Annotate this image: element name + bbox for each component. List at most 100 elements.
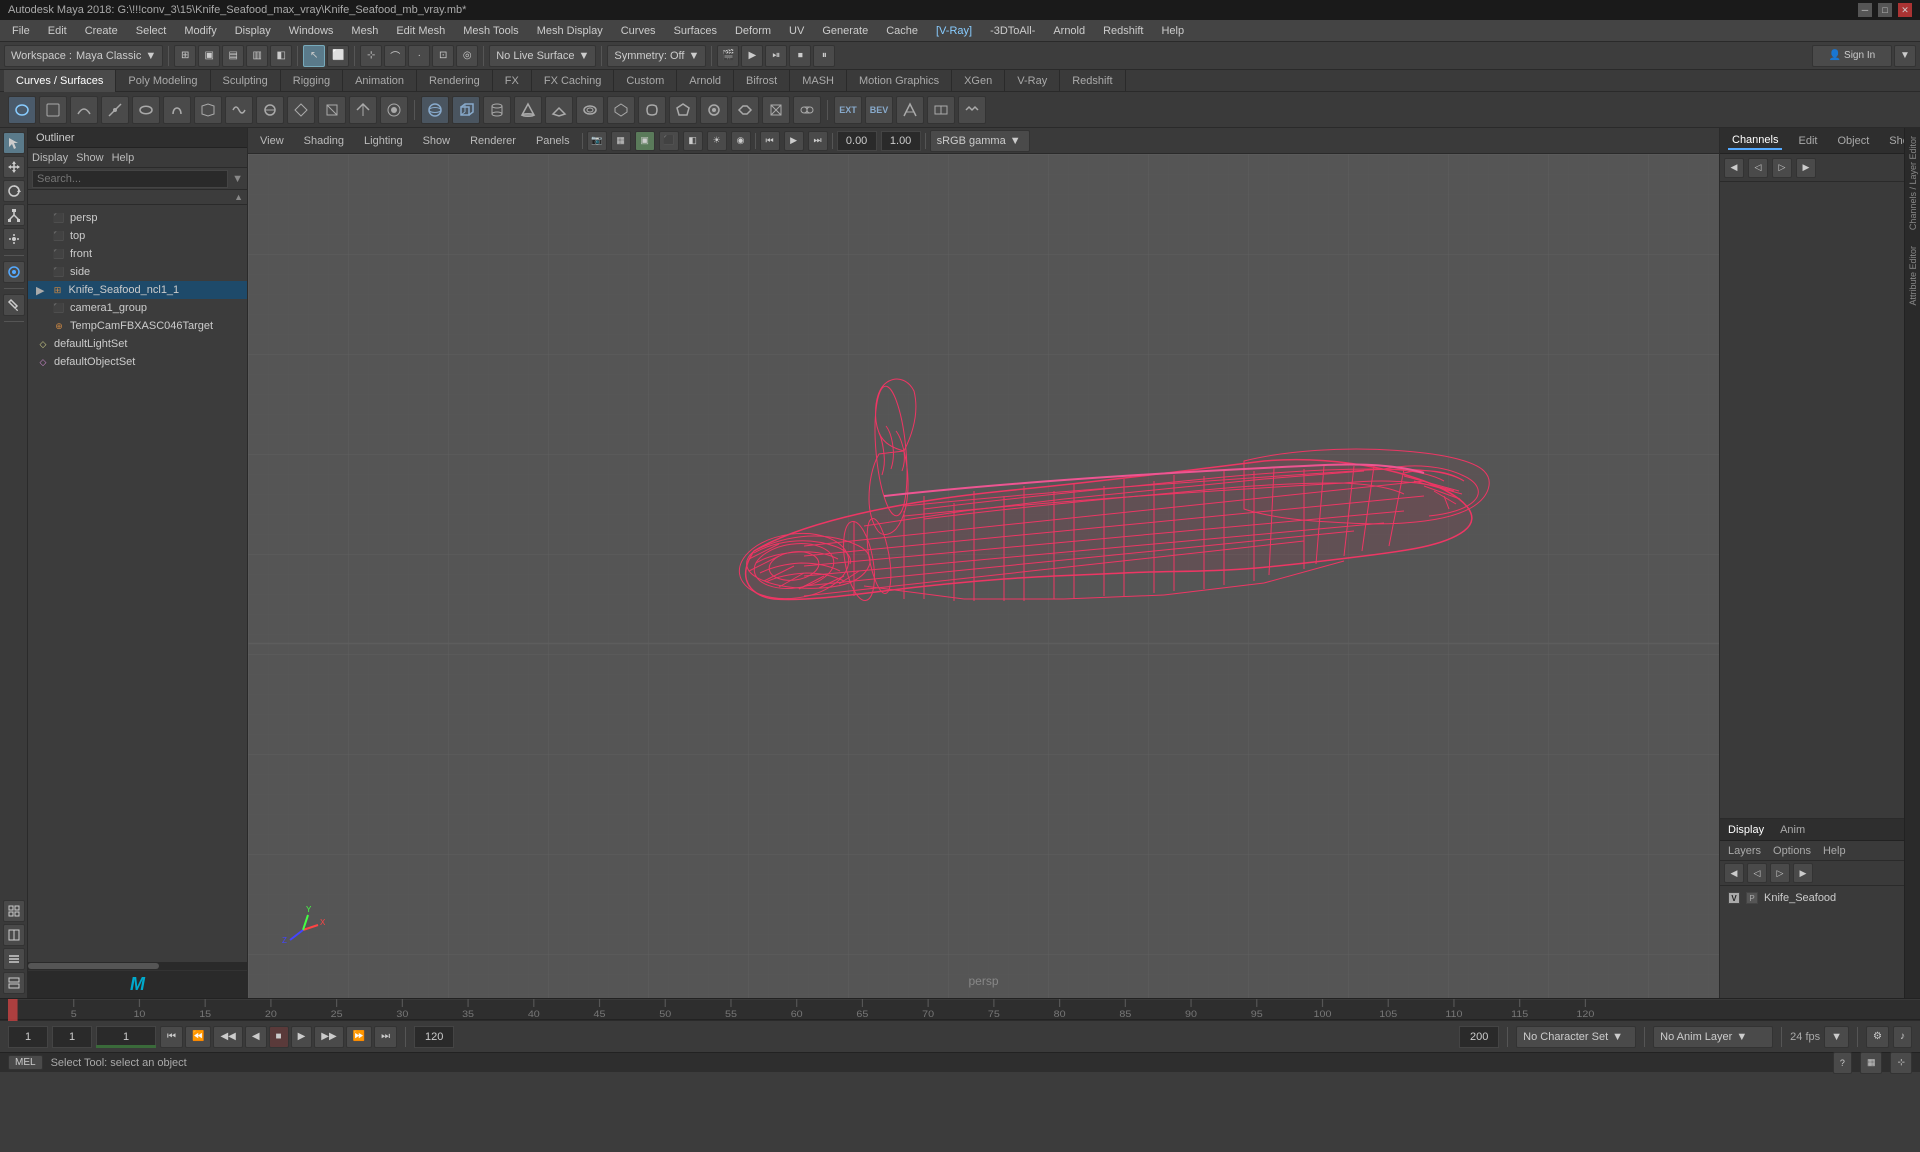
vp-light-btn[interactable]: ☀ <box>707 131 727 151</box>
tab-curves-surfaces[interactable]: Curves / Surfaces <box>4 70 116 92</box>
workspace-dropdown[interactable]: Workspace : Maya Classic ▼ <box>4 45 163 67</box>
tree-item-front[interactable]: ⬛ front <box>28 245 247 263</box>
display-btn-4[interactable] <box>3 972 25 994</box>
tab-arnold[interactable]: Arnold <box>677 70 734 92</box>
next-frame-btn[interactable]: ⏭ <box>374 1026 397 1048</box>
rotate-tool[interactable] <box>3 180 25 202</box>
shelf-icon-1[interactable] <box>8 96 36 124</box>
menu-surfaces[interactable]: Surfaces <box>666 23 725 39</box>
vp-gamma-value-input[interactable] <box>881 131 921 151</box>
shelf-icon-shape1[interactable] <box>607 96 635 124</box>
tab-fx[interactable]: FX <box>493 70 532 92</box>
tab-poly-modeling[interactable]: Poly Modeling <box>116 70 210 92</box>
shelf-icon-shape5[interactable] <box>731 96 759 124</box>
soft-select-btn[interactable] <box>3 261 25 283</box>
vp-menu-renderer[interactable]: Renderer <box>462 133 524 149</box>
shelf-icon-shape7[interactable] <box>793 96 821 124</box>
vp-menu-shading[interactable]: Shading <box>296 133 352 149</box>
menu-arnold[interactable]: Arnold <box>1045 23 1093 39</box>
layout-btn-2[interactable]: ▣ <box>198 45 220 67</box>
tree-item-knife[interactable]: ▶ ⊞ Knife_Seafood_ncl1_1 <box>28 281 247 299</box>
menu-create[interactable]: Create <box>77 23 126 39</box>
shelf-icon-6[interactable] <box>163 96 191 124</box>
vtab-channels[interactable]: Channels / Layer Editor <box>1905 128 1920 238</box>
shelf-icon-2[interactable] <box>39 96 67 124</box>
3d-scene[interactable]: X Y Z persp <box>248 154 1719 998</box>
tab-custom[interactable]: Custom <box>614 70 677 92</box>
vp-grid-btn[interactable]: ▦ <box>611 131 631 151</box>
audio-btn[interactable]: ♪ <box>1893 1026 1912 1048</box>
last-tool[interactable] <box>3 228 25 250</box>
select-tool[interactable] <box>3 132 25 154</box>
tree-item-tempcam[interactable]: ⊕ TempCamFBXASC046Target <box>28 317 247 335</box>
layout-btn-3[interactable]: ▤ <box>222 45 244 67</box>
snap-curve-btn[interactable]: ⌒ <box>384 45 406 67</box>
live-surface-dropdown[interactable]: No Live Surface ▼ <box>489 45 596 67</box>
snap-point-btn[interactable]: · <box>408 45 430 67</box>
menu-cache[interactable]: Cache <box>878 23 926 39</box>
timeline-ruler[interactable]: 5 10 15 20 25 30 35 40 45 50 5 <box>8 999 1920 1019</box>
outliner-menu-show[interactable]: Show <box>76 152 104 164</box>
status-help-btn[interactable]: ? <box>1833 1052 1852 1074</box>
vp-camera-btn[interactable]: 📷 <box>587 131 607 151</box>
tab-sculpting[interactable]: Sculpting <box>211 70 281 92</box>
tab-rendering[interactable]: Rendering <box>417 70 493 92</box>
tab-vray[interactable]: V-Ray <box>1005 70 1060 92</box>
menu-edit-mesh[interactable]: Edit Mesh <box>388 23 453 39</box>
shelf-icon-cube[interactable] <box>452 96 480 124</box>
render-btn-2[interactable]: ▶ <box>741 45 763 67</box>
shelf-icon-3[interactable] <box>70 96 98 124</box>
vp-play-btn[interactable]: ▶ <box>784 131 804 151</box>
select-tool-btn[interactable]: ↖ <box>303 45 325 67</box>
shelf-icon-shape4[interactable] <box>700 96 728 124</box>
restore-button[interactable]: □ <box>1878 3 1892 17</box>
tree-item-side[interactable]: ⬛ side <box>28 263 247 281</box>
tab-xgen[interactable]: XGen <box>952 70 1005 92</box>
shelf-icon-cone[interactable] <box>514 96 542 124</box>
vp-shadow-btn[interactable]: ◉ <box>731 131 751 151</box>
shelf-icon-4[interactable] <box>101 96 129 124</box>
snap-view-btn[interactable]: ◎ <box>456 45 478 67</box>
vp-solid-btn[interactable]: ⬛ <box>659 131 679 151</box>
prefs-btn[interactable]: ⚙ <box>1866 1026 1889 1048</box>
rp-icon-1[interactable]: ◀ <box>1724 158 1744 178</box>
shelf-icon-shape8[interactable] <box>896 96 924 124</box>
menu-file[interactable]: File <box>4 23 38 39</box>
render-btn-5[interactable]: ⏸ <box>813 45 835 67</box>
prev-frame-btn[interactable]: ⏮ <box>160 1026 183 1048</box>
snap-surface-btn[interactable]: ⊡ <box>432 45 454 67</box>
shelf-icon-9[interactable] <box>256 96 284 124</box>
snap-grid-btn[interactable]: ⊹ <box>360 45 382 67</box>
rpanel-tab-object[interactable]: Object <box>1833 133 1873 149</box>
rpanel-tab-channels[interactable]: Channels <box>1728 132 1782 150</box>
lasso-btn[interactable]: ⬜ <box>327 45 349 67</box>
shelf-icon-extrude[interactable]: EXT <box>834 96 862 124</box>
menu-mesh-tools[interactable]: Mesh Tools <box>455 23 526 39</box>
shelf-icon-shape3[interactable] <box>669 96 697 124</box>
rp-icon-4[interactable]: ▶ <box>1796 158 1816 178</box>
vtab-attribute[interactable]: Attribute Editor <box>1905 238 1920 314</box>
display-btn-1[interactable] <box>3 900 25 922</box>
character-set-dropdown[interactable]: No Character Set ▼ <box>1516 1026 1636 1048</box>
menu-help[interactable]: Help <box>1153 23 1192 39</box>
shelf-icon-5[interactable] <box>132 96 160 124</box>
anim-layer-dropdown[interactable]: No Anim Layer ▼ <box>1653 1026 1773 1048</box>
status-snap-btn[interactable]: ⊹ <box>1890 1052 1912 1074</box>
menu-3dtoall[interactable]: -3DToAll- <box>982 23 1043 39</box>
vp-next-key[interactable]: ⏭ <box>808 131 828 151</box>
paint-tool[interactable] <box>3 294 25 316</box>
shelf-icon-plane[interactable] <box>545 96 573 124</box>
anim-end-input[interactable] <box>1459 1026 1499 1048</box>
dp-sub-layers[interactable]: Layers <box>1728 845 1761 857</box>
minimize-button[interactable]: ─ <box>1858 3 1872 17</box>
vp-gamma-dropdown[interactable]: sRGB gamma ▼ <box>930 130 1030 152</box>
layer-p-checkbox[interactable]: P <box>1746 892 1758 904</box>
menu-curves[interactable]: Curves <box>613 23 664 39</box>
vp-exposure-input[interactable] <box>837 131 877 151</box>
shelf-icon-13[interactable] <box>380 96 408 124</box>
layer-v-checkbox[interactable]: V <box>1728 892 1740 904</box>
step-fwd-btn[interactable]: ⏩ <box>346 1026 372 1048</box>
shelf-icon-sphere[interactable] <box>421 96 449 124</box>
menu-select[interactable]: Select <box>128 23 175 39</box>
outliner-scroll-up[interactable]: ▲ <box>234 192 243 202</box>
